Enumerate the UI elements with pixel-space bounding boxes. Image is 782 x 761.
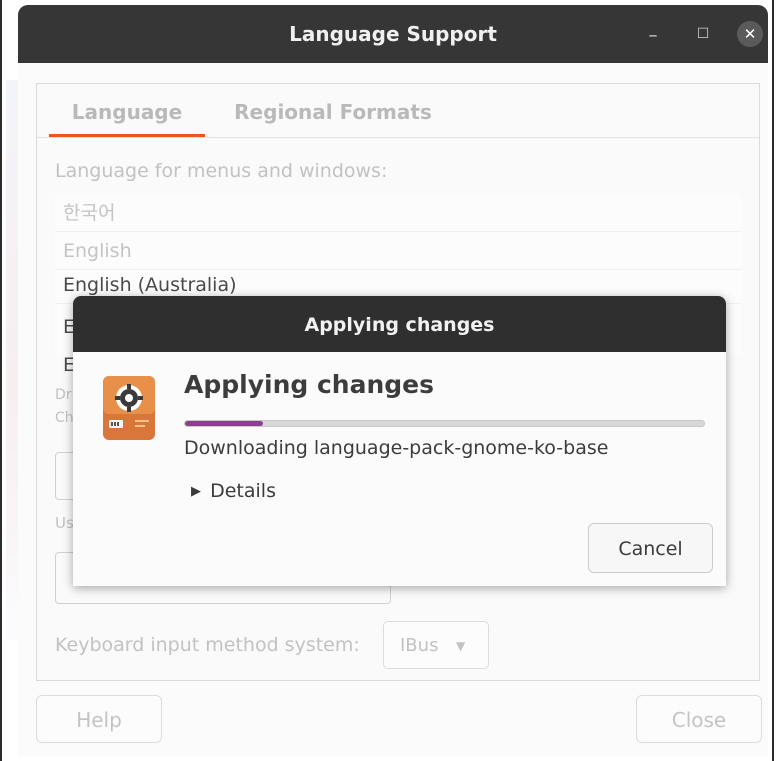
package-gear-icon: [103, 376, 155, 440]
dialog-heading: Applying changes: [184, 370, 434, 399]
input-method-value: IBus: [400, 635, 439, 656]
maximize-icon[interactable]: ☐: [688, 19, 718, 49]
progress-bar: [184, 420, 705, 427]
tabs-divider: [37, 137, 759, 138]
window-titlebar[interactable]: Language Support – ☐ ✕: [18, 5, 768, 63]
help-button[interactable]: Help: [36, 695, 162, 743]
close-button[interactable]: Close: [636, 695, 762, 743]
use-label: Us: [55, 514, 74, 532]
applying-changes-dialog: Applying changes Applying changes Downlo…: [73, 296, 726, 586]
language-list-label: Language for menus and windows:: [55, 160, 388, 182]
input-method-select[interactable]: IBus ▼: [383, 621, 489, 669]
dialog-titlebar[interactable]: Applying changes: [73, 296, 726, 352]
tab-language[interactable]: Language: [49, 84, 205, 136]
page-border: [772, 0, 774, 761]
tab-regional-formats[interactable]: Regional Formats: [233, 84, 433, 136]
close-icon[interactable]: ✕: [737, 21, 763, 47]
dialog-title: Applying changes: [304, 314, 495, 336]
changes-label: Ch: [55, 410, 74, 426]
cancel-button[interactable]: Cancel: [588, 523, 713, 573]
details-expander[interactable]: ▶ Details: [191, 480, 276, 506]
minimize-icon[interactable]: –: [638, 19, 668, 49]
drawing-label: Dr: [55, 387, 72, 403]
list-item[interactable]: 한국어: [55, 194, 741, 232]
list-item[interactable]: English: [55, 232, 741, 270]
keyboard-input-label: Keyboard input method system:: [55, 634, 360, 656]
details-label: Details: [210, 480, 276, 502]
triangle-right-icon: ▶: [191, 483, 201, 499]
chevron-down-icon: ▼: [456, 639, 466, 653]
progress-fill: [185, 421, 263, 426]
status-text: Downloading language-pack-gnome-ko-base: [184, 437, 609, 459]
page-border: [0, 0, 2, 761]
